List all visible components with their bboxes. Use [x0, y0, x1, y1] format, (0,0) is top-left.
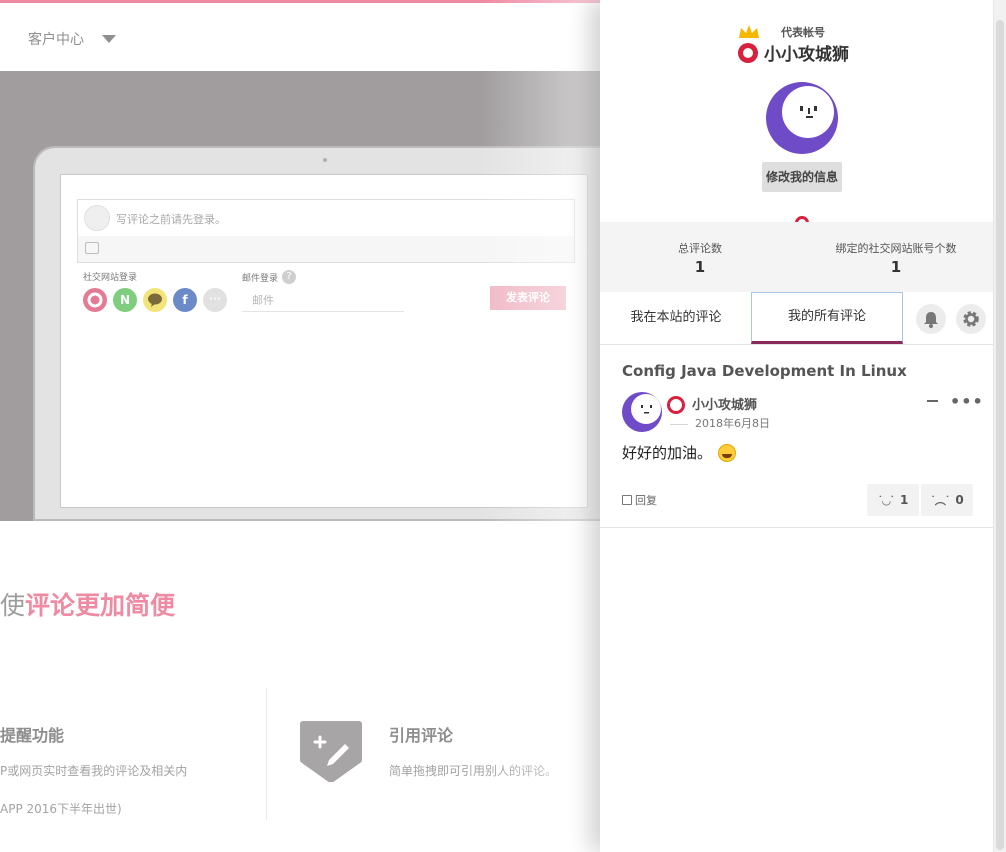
frown-face-icon: ˙︵˙ — [930, 494, 950, 507]
laptop-screen: 写评论之前请先登录。 社交网站登录 邮件登录 ? N f ··· 邮件 发表评论 — [60, 174, 588, 508]
submit-comment-button[interactable]: 发表评论 — [490, 286, 566, 310]
more-options-icon[interactable]: ••• — [950, 392, 984, 411]
background-page: 客户中心 写评论之前请先登录。 社交网站登录 邮件登录 ? N f ··· 邮件… — [0, 0, 600, 852]
edit-profile-button[interactable]: 修改我的信息 — [762, 162, 842, 192]
tab-all-comments[interactable]: 我的所有评论 — [751, 292, 903, 344]
comment-item: Config Java Development In Linux 小小攻城狮 2… — [600, 346, 993, 528]
feature-title-notify: 提醒功能 — [0, 726, 65, 745]
social-icons: N f ··· — [83, 288, 227, 312]
email-input[interactable]: 邮件 — [242, 288, 404, 312]
nickname-row: 小小攻城狮 — [738, 40, 849, 65]
chevron-down-icon — [102, 35, 116, 43]
comment-toolbar — [78, 236, 574, 262]
user-side-panel: 代表帐号 小小攻城狮 修改我的信息 总评论数 1 绑定的社交网站账号个数 1 我… — [600, 0, 1006, 852]
avatar[interactable] — [766, 82, 838, 154]
comment-body: 好好的加油。 — [622, 442, 737, 463]
comment-date: 2018年6月8日 — [695, 417, 770, 430]
feature-desc-notify: P或网页实时查看我的评论及相关内 — [0, 764, 188, 778]
smile-face-icon: ˙◡˙ — [877, 493, 895, 507]
camera-dot — [323, 158, 327, 162]
email-login-label: 邮件登录 ? — [242, 270, 297, 284]
settings-button[interactable] — [956, 304, 986, 334]
like-count: 1 — [900, 493, 909, 507]
stat-linked-accounts: 绑定的社交网站账号个数 1 — [826, 240, 966, 276]
kakao-icon[interactable] — [143, 288, 167, 312]
reply-button[interactable]: 回复 — [622, 492, 657, 508]
comment-author: 小小攻城狮 — [692, 398, 758, 413]
comment-tabs: 我在本站的评论 我的所有评论 — [600, 292, 993, 345]
comment-placeholder: 写评论之前请先登录。 — [116, 213, 226, 226]
notification-button[interactable] — [916, 304, 946, 334]
comment-article-title[interactable]: Config Java Development In Linux — [622, 362, 907, 380]
facebook-icon[interactable]: f — [173, 288, 197, 312]
email-login-text: 邮件登录 — [242, 273, 279, 284]
stat-total-comments: 总评论数 1 — [660, 240, 740, 276]
feature-title-quote: 引用评论 — [389, 726, 454, 745]
naver-icon[interactable]: N — [113, 288, 137, 312]
collapse-icon[interactable] — [927, 400, 938, 402]
social-login-label: 社交网站登录 — [83, 273, 138, 283]
quote-comment-icon — [299, 720, 363, 783]
guest-avatar-icon — [84, 205, 110, 231]
stat-value: 1 — [890, 258, 902, 276]
image-icon[interactable] — [85, 242, 99, 254]
reply-icon — [622, 495, 632, 505]
weibo-source-icon — [667, 396, 685, 414]
page: 客户中心 写评论之前请先登录。 社交网站登录 邮件登录 ? N f ··· 邮件… — [0, 0, 1006, 852]
scrollbar-thumb[interactable] — [996, 20, 1004, 850]
reply-label: 回复 — [635, 494, 657, 507]
grin-emoji-icon — [718, 443, 737, 462]
more-icon[interactable]: ··· — [203, 288, 227, 312]
bell-icon — [924, 312, 938, 328]
weibo-icon[interactable] — [83, 288, 107, 312]
hero-banner: 写评论之前请先登录。 社交网站登录 邮件登录 ? N f ··· 邮件 发表评论 — [0, 71, 600, 521]
customer-center-label: 客户中心 — [28, 32, 84, 48]
weibo-logo-icon — [738, 42, 758, 63]
feature-desc-notify-2: APP 2016下半年出世) — [0, 802, 122, 816]
slogan-highlight: 评论更加简便 — [25, 591, 176, 620]
feature-desc-quote: 简单拖拽即可引用别人的评论。 — [389, 764, 558, 778]
gear-icon — [963, 311, 979, 327]
feature-divider — [266, 688, 267, 820]
site-header: 客户中心 — [0, 3, 600, 71]
slogan-prefix: 使 — [0, 591, 26, 620]
nickname: 小小攻城狮 — [764, 45, 849, 65]
stat-label: 绑定的社交网站账号个数 — [835, 242, 957, 255]
slogan: 使评论更加简便 — [0, 586, 175, 622]
scrollbar[interactable] — [993, 0, 1006, 852]
dislike-count: 0 — [955, 493, 964, 507]
comment-text: 好好的加油。 — [622, 444, 713, 462]
dislike-button[interactable]: ˙︵˙ 0 — [921, 484, 973, 516]
representative-account-label: 代表帐号 — [781, 26, 825, 39]
crown-icon — [739, 25, 759, 38]
stats-bar: 总评论数 1 绑定的社交网站账号个数 1 — [600, 222, 993, 292]
tab-site-comments[interactable]: 我在本站的评论 — [600, 292, 752, 344]
date-divider — [670, 424, 688, 425]
like-button[interactable]: ˙◡˙ 1 — [867, 484, 919, 516]
customer-center-menu[interactable]: 客户中心 — [28, 29, 116, 49]
stat-label: 总评论数 — [678, 242, 722, 255]
stat-value: 1 — [694, 258, 706, 276]
help-icon[interactable]: ? — [282, 270, 297, 284]
laptop-illustration: 写评论之前请先登录。 社交网站登录 邮件登录 ? N f ··· 邮件 发表评论 — [33, 146, 600, 521]
comment-box[interactable]: 写评论之前请先登录。 — [77, 199, 575, 263]
comment-avatar[interactable] — [622, 392, 662, 432]
